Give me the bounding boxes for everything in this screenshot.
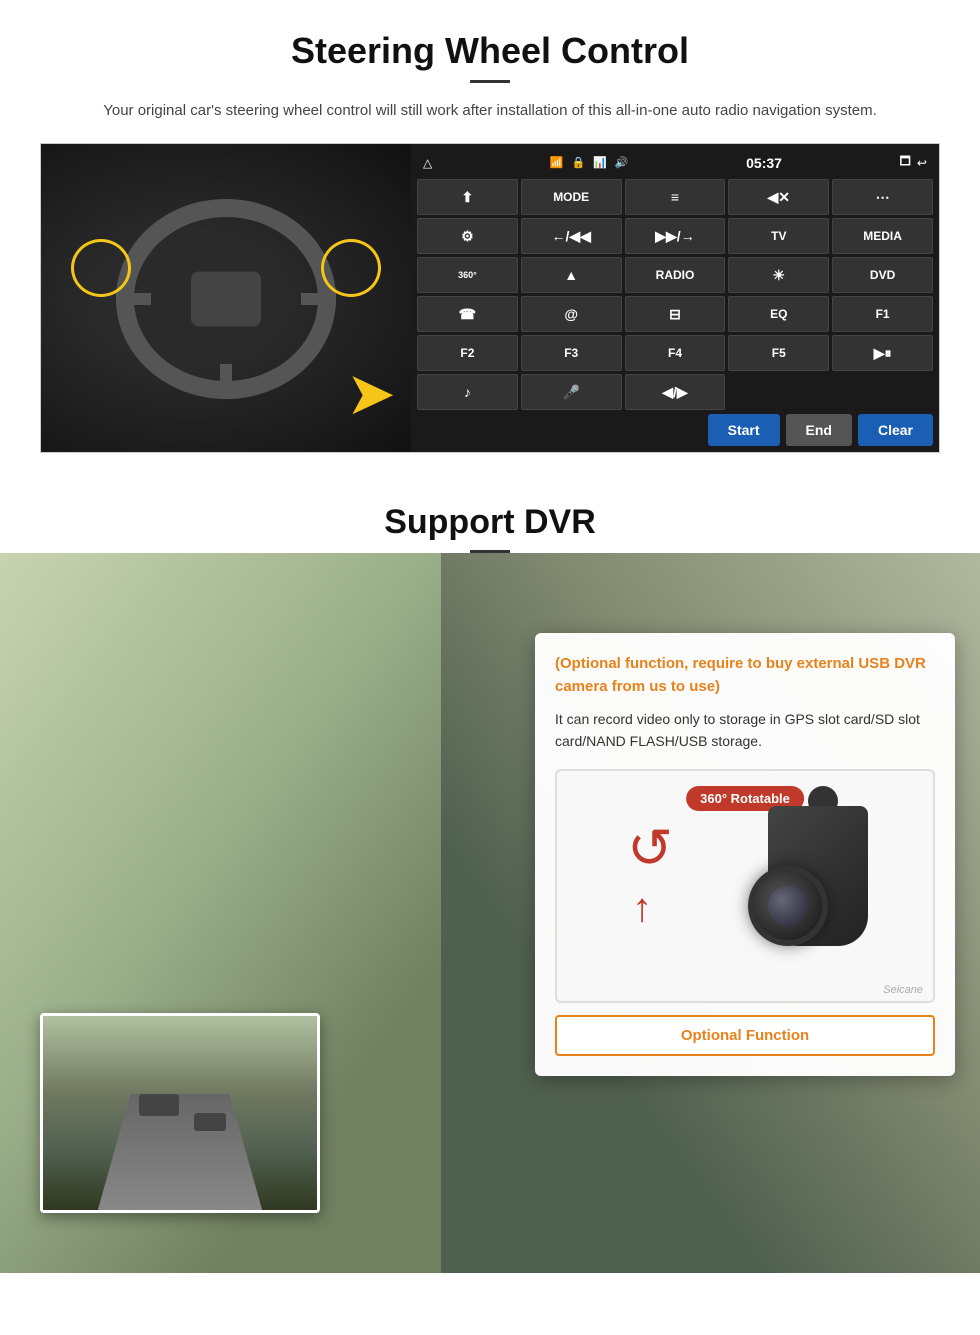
signal-icon: 📊 bbox=[593, 156, 607, 169]
rotation-arrow-down: ↑ bbox=[632, 886, 652, 931]
radio-btn-f2[interactable]: F2 bbox=[417, 335, 518, 371]
camera-lens bbox=[748, 866, 828, 946]
sw-arrow-icon: ➤ bbox=[346, 364, 396, 424]
radio-btn-dvd[interactable]: DVD bbox=[832, 257, 933, 293]
radio-btn-f1[interactable]: F1 bbox=[832, 296, 933, 332]
radio-button-grid: ⬆ MODE ≡ ◀✕ ⋯ ⚙ ←/◀◀ ▶▶/→ TV MEDIA 360° … bbox=[417, 179, 933, 410]
dvr-main-area: (Optional function, require to buy exter… bbox=[0, 553, 980, 1273]
steering-wheel-container: ➤ △ 📶 🔒 📊 🔊 05:37 🗖 ↩ bbox=[40, 143, 940, 453]
section2-title: Support DVR bbox=[0, 503, 980, 542]
status-right-icons: 🗖 ↩ bbox=[900, 152, 927, 173]
thumb-car2 bbox=[194, 1113, 226, 1131]
end-button[interactable]: End bbox=[786, 414, 852, 446]
dvr-description: It can record video only to storage in G… bbox=[555, 708, 935, 753]
radio-btn-settings[interactable]: ⚙ bbox=[417, 218, 518, 254]
radio-btn-next[interactable]: ▶▶/→ bbox=[625, 218, 726, 254]
radio-btn-mode[interactable]: MODE bbox=[521, 179, 622, 215]
steering-wheel-section: Steering Wheel Control Your original car… bbox=[0, 0, 980, 473]
radio-btn-tv[interactable]: TV bbox=[728, 218, 829, 254]
steering-wheel-image: ➤ bbox=[41, 144, 411, 453]
start-button[interactable]: Start bbox=[708, 414, 780, 446]
sw-wheel-center bbox=[191, 272, 261, 327]
back-icon: ↩ bbox=[917, 156, 927, 170]
radio-btn-mute[interactable]: ◀✕ bbox=[728, 179, 829, 215]
sw-spoke-right bbox=[301, 293, 336, 305]
radio-btn-media[interactable]: MEDIA bbox=[832, 218, 933, 254]
radio-btn-apps[interactable]: ⋯ bbox=[832, 179, 933, 215]
camera-lens-inner bbox=[768, 886, 808, 926]
radio-btn-music[interactable]: ♪ bbox=[417, 374, 518, 410]
dvr-thumbnail bbox=[40, 1013, 320, 1213]
status-left-icons: △ bbox=[423, 156, 432, 170]
radio-btn-f3[interactable]: F3 bbox=[521, 335, 622, 371]
radio-btn-f5[interactable]: F5 bbox=[728, 335, 829, 371]
radio-btn-web[interactable]: @ bbox=[521, 296, 622, 332]
radio-btn-menu[interactable]: ≡ bbox=[625, 179, 726, 215]
wifi-icon: 📶 bbox=[550, 156, 564, 169]
window-icon: 🗖 bbox=[900, 152, 911, 173]
clear-button[interactable]: Clear bbox=[858, 414, 933, 446]
radio-btn-eject[interactable]: ▲ bbox=[521, 257, 622, 293]
camera-display-box: 360° Rotatable ↻ ↑ Seicane bbox=[555, 769, 935, 1003]
radio-btn-mic[interactable]: 🎤 bbox=[521, 374, 622, 410]
sw-spoke-bottom bbox=[220, 364, 232, 399]
radio-btn-brightness[interactable]: ☀ bbox=[728, 257, 829, 293]
status-time: 05:37 bbox=[746, 155, 782, 171]
radio-btn-volswitch[interactable]: ◀/▶ bbox=[625, 374, 726, 410]
radio-btn-f4[interactable]: F4 bbox=[625, 335, 726, 371]
radio-btn-phone[interactable]: ☎ bbox=[417, 296, 518, 332]
radio-btn-prev[interactable]: ←/◀◀ bbox=[521, 218, 622, 254]
radio-action-buttons: Start End Clear bbox=[417, 414, 933, 446]
thumb-road bbox=[98, 1094, 262, 1210]
radio-btn-navigate[interactable]: ⬆ bbox=[417, 179, 518, 215]
radio-btn-screen[interactable]: ⊟ bbox=[625, 296, 726, 332]
support-dvr-section: Support DVR (Optional function, require … bbox=[0, 473, 980, 1273]
dvr-info-card: (Optional function, require to buy exter… bbox=[535, 633, 955, 1076]
seicane-watermark: Seicane bbox=[883, 984, 923, 996]
radio-ui-panel: △ 📶 🔒 📊 🔊 05:37 🗖 ↩ ⬆ MODE ≡ bbox=[411, 144, 939, 452]
rotation-arrow-up: ↻ bbox=[627, 816, 673, 880]
section1-divider bbox=[470, 80, 510, 83]
lock-icon: 🔒 bbox=[571, 156, 585, 169]
status-center-icons: 📶 🔒 📊 🔊 bbox=[550, 156, 629, 169]
sw-highlight-circle-right bbox=[321, 239, 381, 297]
sw-wheel bbox=[106, 189, 346, 409]
radio-btn-playpause[interactable]: ▶⏸ bbox=[832, 335, 933, 371]
thumb-car1 bbox=[139, 1094, 179, 1116]
home-icon: △ bbox=[423, 156, 432, 170]
radio-status-bar: △ 📶 🔒 📊 🔊 05:37 🗖 ↩ bbox=[417, 150, 933, 175]
radio-btn-radio[interactable]: RADIO bbox=[625, 257, 726, 293]
sw-spoke-left bbox=[116, 293, 151, 305]
sw-highlight-circle-left bbox=[71, 239, 131, 297]
section1-description: Your original car's steering wheel contr… bbox=[80, 99, 900, 123]
radio-btn-eq[interactable]: EQ bbox=[728, 296, 829, 332]
volume-icon: 🔊 bbox=[615, 156, 629, 169]
radio-btn-360[interactable]: 360° bbox=[417, 257, 518, 293]
dvr-thumb-image bbox=[43, 1016, 317, 1210]
optional-heading: (Optional function, require to buy exter… bbox=[555, 653, 935, 698]
camera-visual: ↻ ↑ bbox=[572, 786, 918, 986]
section1-title: Steering Wheel Control bbox=[40, 30, 940, 72]
optional-function-button[interactable]: Optional Function bbox=[555, 1015, 935, 1056]
